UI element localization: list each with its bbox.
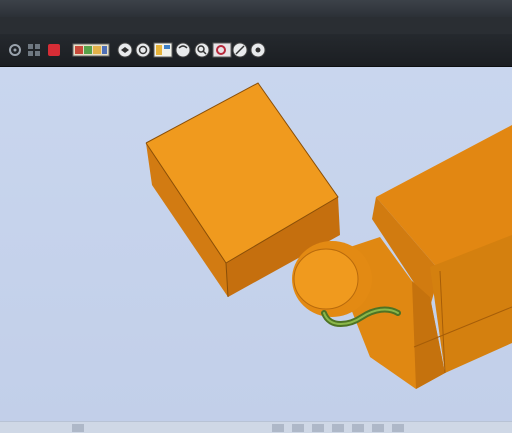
window-title-bar — [0, 0, 512, 17]
status-segment — [72, 424, 84, 432]
view-cube-icon[interactable] — [116, 41, 134, 59]
status-segment — [372, 424, 384, 432]
toolbar — [0, 34, 512, 67]
orange-block-large[interactable] — [340, 125, 512, 389]
status-segment — [332, 424, 344, 432]
pan-icon[interactable] — [174, 41, 192, 59]
record-icon[interactable] — [45, 41, 63, 59]
menu-text — [0, 21, 4, 30]
display-mode-icon[interactable] — [153, 41, 173, 59]
palette-icon[interactable] — [72, 41, 110, 59]
status-segment — [292, 424, 304, 432]
status-segment — [392, 424, 404, 432]
status-bar — [0, 421, 512, 433]
grid-icon[interactable] — [25, 41, 43, 59]
rotate-icon[interactable] — [134, 41, 152, 59]
menu-bar — [0, 17, 512, 34]
status-segment — [312, 424, 324, 432]
3d-scene — [145, 82, 512, 389]
cylinder-knob[interactable] — [292, 241, 372, 317]
window-title — [0, 3, 4, 13]
measure-icon[interactable] — [231, 41, 249, 59]
3d-viewport[interactable] — [0, 67, 512, 421]
help-icon[interactable] — [249, 41, 267, 59]
section-icon[interactable] — [212, 41, 232, 59]
zoom-icon[interactable] — [193, 41, 211, 59]
status-segment — [352, 424, 364, 432]
status-segment — [272, 424, 284, 432]
settings-icon[interactable] — [6, 41, 24, 59]
